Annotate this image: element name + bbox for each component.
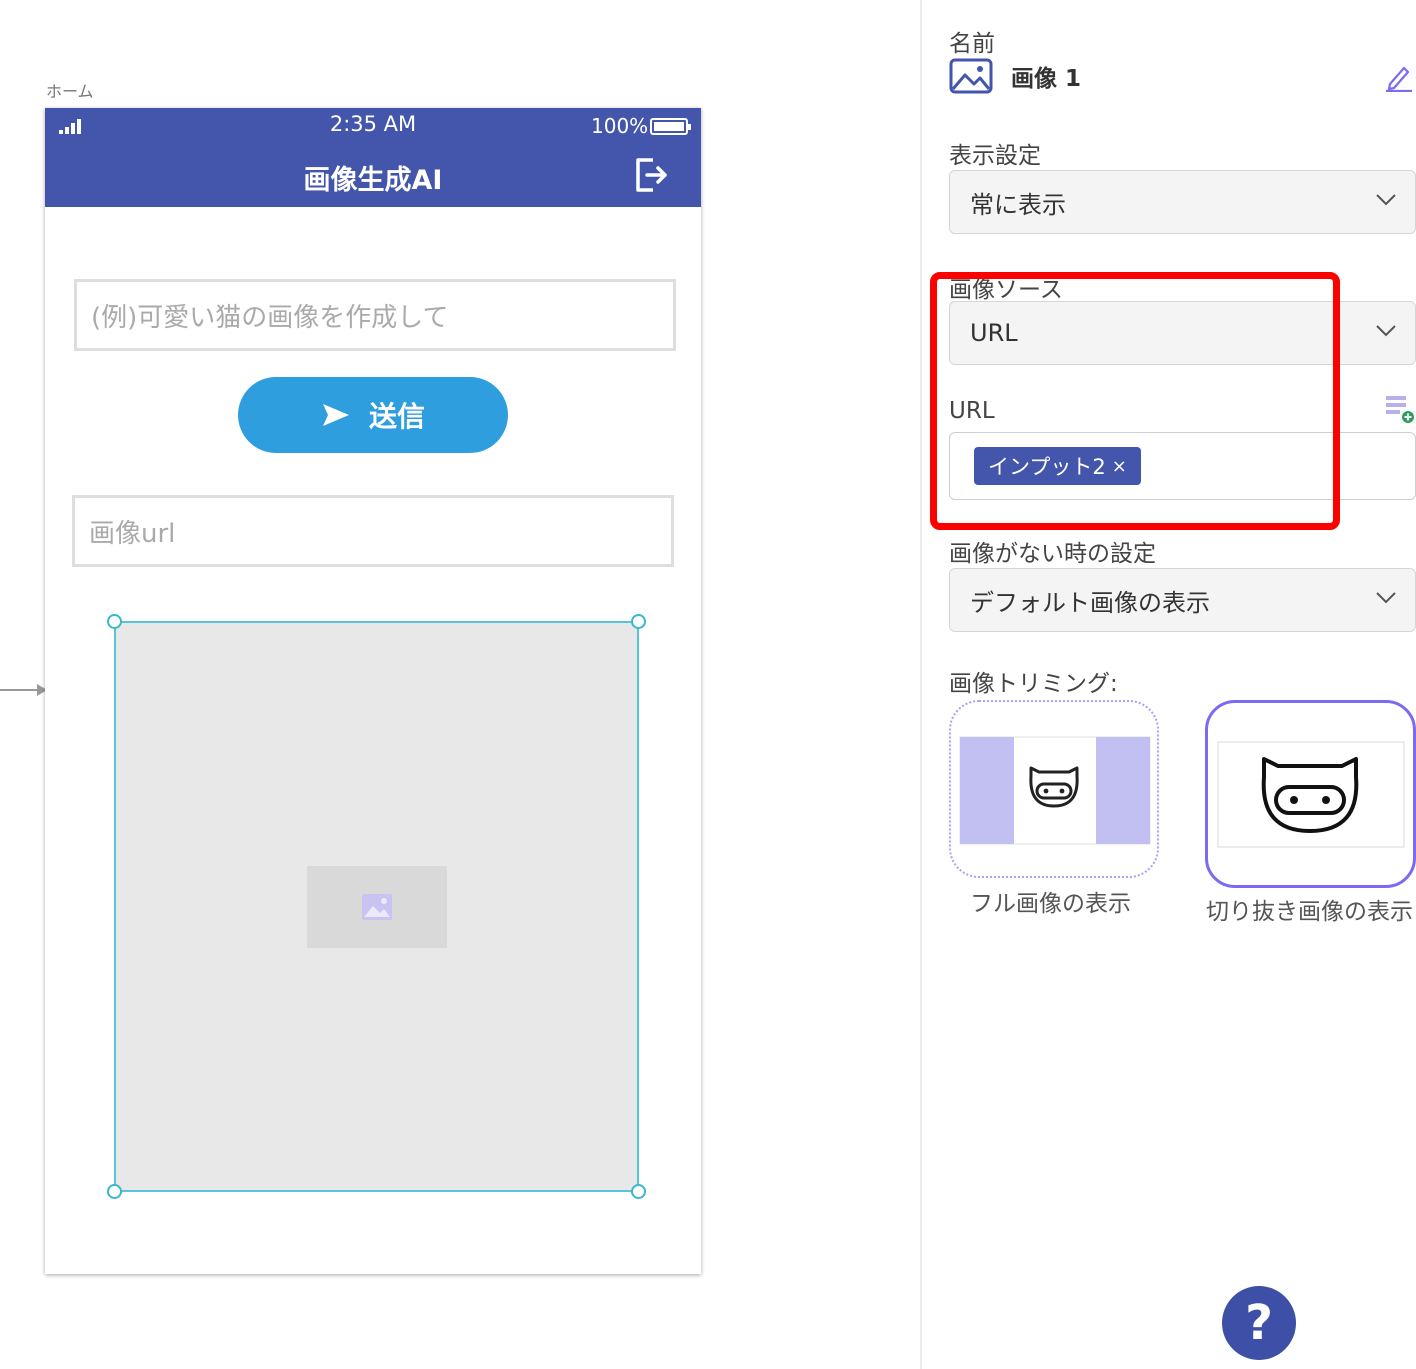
resize-handle-bottom-left[interactable]: [107, 1184, 122, 1199]
chevron-down-icon: [1376, 592, 1396, 604]
component-name: 画像 1: [1011, 66, 1082, 92]
trimming-label: 画像トリミング:: [949, 671, 1118, 697]
prompt-input[interactable]: (例)可愛い猫の画像を作成して: [74, 279, 676, 351]
image-placeholder-icon: [362, 894, 392, 920]
visibility-label: 表示設定: [949, 143, 1041, 169]
design-canvas: ホーム 2:35 AM 100% 画像生成AI (例)可愛い猫の画像を作成して …: [0, 0, 920, 1369]
image-url-input[interactable]: 画像url: [72, 495, 674, 567]
resize-handle-bottom-right[interactable]: [631, 1184, 646, 1199]
send-icon: [322, 404, 349, 426]
full-image-preview-icon: [959, 736, 1151, 845]
component-name-row: 画像 1: [949, 58, 1081, 94]
help-button[interactable]: ?: [1222, 1286, 1296, 1360]
send-button-label: 送信: [368, 400, 425, 433]
app-header: 2:35 AM 100% 画像生成AI: [45, 108, 701, 207]
image-placeholder: [307, 866, 447, 948]
image-component[interactable]: [107, 614, 646, 1199]
phone-screen[interactable]: 2:35 AM 100% 画像生成AI (例)可愛い猫の画像を作成して 送信 画…: [45, 108, 701, 1274]
battery-percent: 100%: [591, 114, 649, 138]
name-label: 名前: [949, 31, 995, 57]
no-image-label: 画像がない時の設定: [949, 541, 1156, 567]
image-icon: [949, 58, 993, 94]
highlight-box: [930, 272, 1340, 530]
no-image-value: デフォルト画像の表示: [970, 588, 1210, 617]
trim-option-crop[interactable]: [1205, 700, 1416, 888]
trim-option-full[interactable]: [949, 700, 1159, 878]
resize-handle-top-right[interactable]: [631, 614, 646, 629]
image-url-placeholder: 画像url: [89, 518, 176, 549]
send-button[interactable]: 送信: [238, 377, 508, 453]
app-title: 画像生成AI: [303, 165, 443, 196]
navigation-arrow: [0, 684, 47, 696]
visibility-value: 常に表示: [970, 190, 1066, 219]
cropped-image-preview-icon: [1217, 741, 1405, 848]
logout-icon[interactable]: [633, 156, 669, 194]
trim-option-full-label: フル画像の表示: [970, 891, 1131, 917]
chevron-down-icon: [1376, 194, 1396, 206]
properties-panel: 名前 画像 1 表示設定 常に表示 画像ソース URL URL インプット2 ×: [922, 0, 1416, 1369]
resize-handle-top-left[interactable]: [107, 614, 122, 629]
add-variable-icon[interactable]: [1385, 394, 1415, 424]
no-image-select[interactable]: デフォルト画像の表示: [949, 568, 1416, 632]
visibility-select[interactable]: 常に表示: [949, 170, 1416, 234]
battery-icon: [650, 118, 691, 135]
screen-label: ホーム: [46, 82, 94, 101]
chevron-down-icon: [1376, 325, 1396, 337]
trim-option-crop-label: 切り抜き画像の表示: [1206, 899, 1413, 925]
pencil-icon[interactable]: [1384, 62, 1414, 92]
prompt-input-placeholder: (例)可愛い猫の画像を作成して: [91, 302, 449, 333]
